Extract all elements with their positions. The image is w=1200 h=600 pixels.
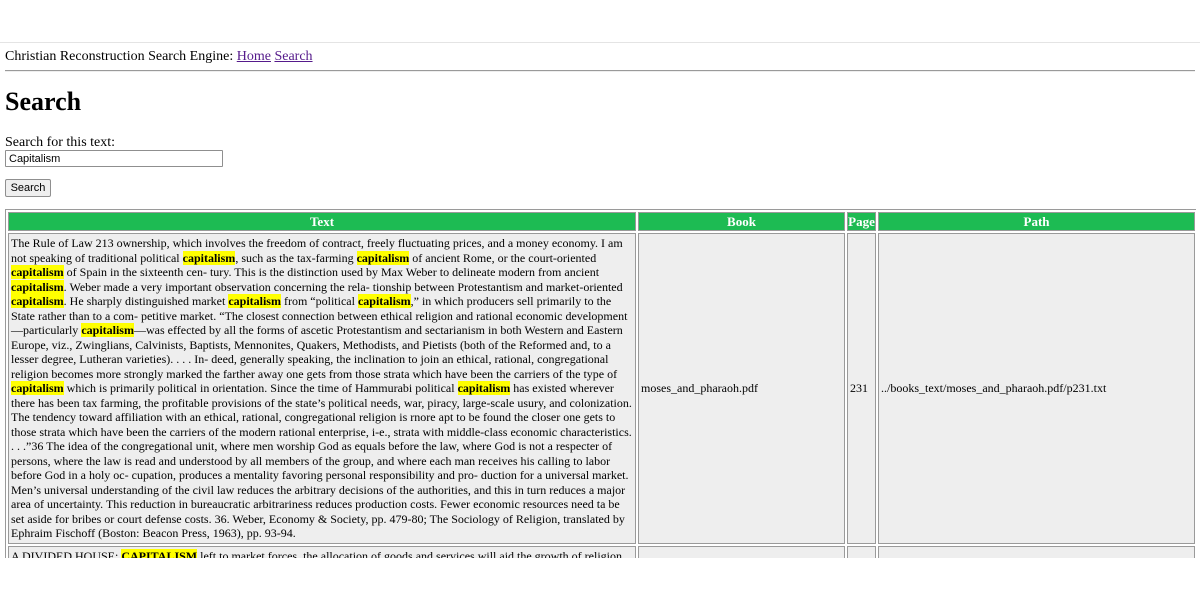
search-highlight: capitalism bbox=[11, 294, 64, 308]
search-highlight: capitalism bbox=[356, 250, 410, 265]
path-cell bbox=[878, 545, 1195, 558]
text-segment: A DIVIDED HOUSE: bbox=[11, 548, 122, 559]
header-book: Book bbox=[638, 212, 845, 231]
text-segment: . Weber made a very important observatio… bbox=[63, 279, 623, 294]
results-table: Text Book Page Path The Rule of Law 213 … bbox=[5, 209, 1196, 558]
page-title: Search bbox=[5, 87, 82, 116]
search-highlight: capitalism bbox=[11, 279, 64, 294]
home-link[interactable]: Home bbox=[237, 49, 271, 64]
results-table-container: Text Book Page Path The Rule of Law 213 … bbox=[5, 209, 1196, 558]
header-divider bbox=[5, 70, 1195, 72]
search-highlight: capitalism bbox=[357, 294, 411, 308]
search-highlight: capitalism bbox=[182, 250, 236, 265]
text-cell: A DIVIDED HOUSE: CAPITALISM left to mark… bbox=[8, 545, 636, 559]
search-highlight: capitalism bbox=[11, 265, 64, 279]
search-link[interactable]: Search bbox=[274, 49, 312, 64]
book-cell bbox=[638, 545, 845, 558]
search-label: Search for this text: bbox=[5, 135, 116, 150]
header-page: Page bbox=[847, 212, 876, 231]
text-cell: The Rule of Law 213 ownership, which inv… bbox=[8, 233, 636, 544]
text-segment: of Spain in the sixteenth cen- tury. Thi… bbox=[63, 265, 600, 279]
top-border bbox=[0, 42, 1200, 43]
search-highlight: capitalism bbox=[11, 381, 64, 395]
book-cell: moses_and_pharaoh.pdf bbox=[638, 233, 845, 544]
search-highlight: capitalism bbox=[457, 381, 511, 395]
search-input[interactable] bbox=[5, 150, 223, 167]
search-button[interactable]: Search bbox=[5, 179, 51, 197]
text-segment: which is primarily political in orientat… bbox=[63, 381, 458, 395]
path-cell: ../books_text/moses_and_pharaoh.pdf/p231… bbox=[878, 233, 1195, 544]
site-title: Christian Reconstruction Search Engine: bbox=[5, 49, 234, 64]
table-header-row: Text Book Page Path bbox=[8, 212, 1195, 231]
search-highlight: capitalism bbox=[81, 323, 134, 337]
search-highlight: capitalism bbox=[228, 294, 281, 308]
page-cell: 231 bbox=[847, 233, 876, 544]
header-text: Text bbox=[8, 212, 636, 231]
table-row: The Rule of Law 213 ownership, which inv… bbox=[8, 233, 1195, 544]
text-segment: . He sharply distinguished market bbox=[63, 294, 229, 308]
text-segment: from “political bbox=[280, 294, 358, 308]
page-cell bbox=[847, 545, 876, 558]
header-path: Path bbox=[878, 212, 1195, 231]
table-row-partial: A DIVIDED HOUSE: CAPITALISM left to mark… bbox=[8, 545, 1195, 559]
text-segment: has existed wherever there has been tax … bbox=[11, 381, 632, 540]
breadcrumb: Christian Reconstruction Search Engine: … bbox=[5, 48, 313, 65]
text-segment: , such as the tax-farming bbox=[235, 250, 357, 265]
search-highlight: CAPITALISM bbox=[121, 548, 198, 558]
text-segment: of ancient Rome, or the court-oriented bbox=[409, 250, 597, 265]
